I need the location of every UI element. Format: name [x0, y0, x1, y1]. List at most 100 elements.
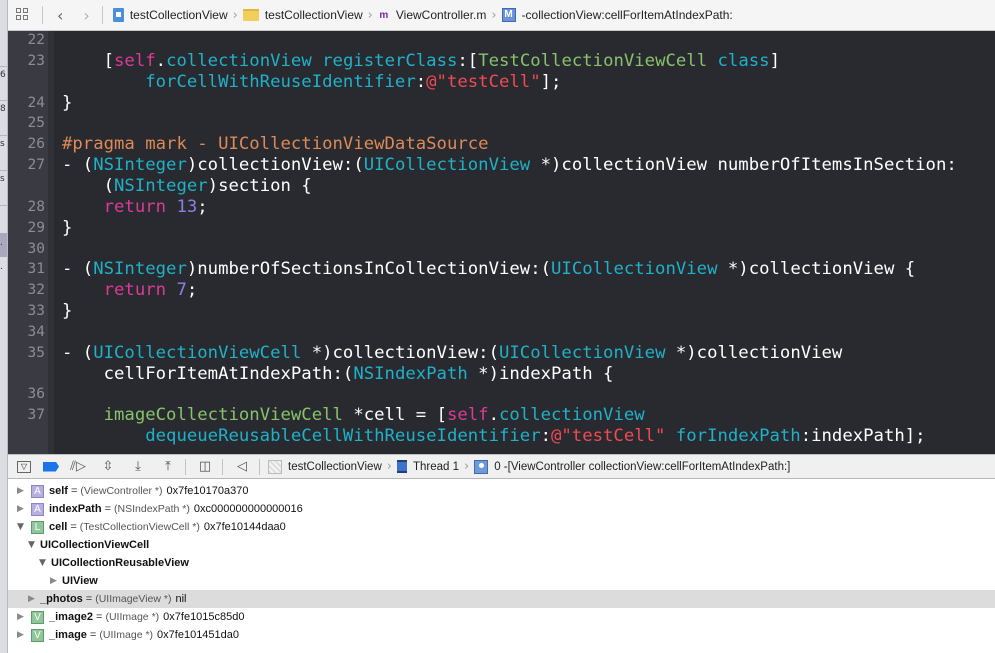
line-number[interactable]: 34 — [8, 322, 48, 343]
source-editor[interactable]: 22 23 24 25 26 27 28 29 30 31 32 33 34 35 36 37 [self.c… — [8, 31, 995, 454]
project-icon — [112, 8, 124, 22]
chevron-right-icon[interactable]: › — [83, 6, 89, 25]
code-token-kw: self — [114, 50, 156, 71]
code-token-plain: *)collectionView — [665, 342, 843, 363]
breakpoints-toggle-icon[interactable] — [43, 461, 59, 472]
variable-row[interactable]: ▶ _photos = (UIImageView *) nil — [8, 590, 995, 608]
code-token-plain: *cell = [ — [342, 405, 447, 426]
code-line[interactable]: cellForItemAtIndexPath:(NSIndexPath *)in… — [62, 363, 614, 385]
disclosure-collapsed-icon[interactable]: ▶ — [28, 594, 38, 604]
code-line[interactable]: return 13; — [62, 197, 208, 218]
code-line[interactable]: forCellWithReuseIdentifier:@"testCell"]; — [62, 72, 561, 93]
code-line[interactable]: - (NSInteger)collectionView:(UICollectio… — [62, 155, 957, 176]
code-line[interactable]: } — [62, 93, 72, 114]
variable-row[interactable]: ▼ UICollectionReusableView — [8, 554, 995, 572]
variable-value: 0x7fe10170a370 — [166, 485, 249, 497]
line-number[interactable]: 22 — [8, 31, 48, 51]
variable-row[interactable]: ▼ UICollectionViewCell — [8, 536, 995, 554]
code-token-plain: ( — [62, 175, 115, 196]
breadcrumb-label: testCollectionView — [264, 8, 363, 22]
code-folding-ribbon[interactable] — [48, 31, 54, 454]
related-items-grid-icon[interactable] — [16, 8, 30, 22]
line-number[interactable]: 30 — [8, 239, 48, 260]
line-number[interactable]: 36 — [8, 384, 48, 405]
disclosure-collapsed-icon[interactable]: ▶ — [17, 486, 27, 496]
line-number[interactable]: 23 — [8, 51, 48, 72]
line-number[interactable]: 26 — [8, 134, 48, 155]
code-token-type: UICollectionView — [363, 155, 531, 176]
variable-row[interactable]: ▶ Aself = (ViewController *) 0x7fe10170a370 — [8, 482, 995, 500]
breadcrumb-label: testCollectionView — [288, 460, 382, 473]
line-number[interactable]: 24 — [8, 93, 48, 114]
variable-row[interactable]: ▼ Lcell = (TestCollectionViewCell *) 0x7fe10… — [8, 518, 995, 536]
toolbar-divider — [222, 458, 223, 475]
variable-row[interactable]: ▶ V _image2 = (UIImage *) 0x7fe1015c85d0 — [8, 608, 995, 626]
variables-view[interactable]: ▶ Aself = (ViewController *) 0x7fe10170a370 ▶… — [8, 479, 995, 653]
variable-row[interactable]: ▶ V _image = (UIImage *) 0x7fe101451da0 — [8, 626, 995, 644]
line-number[interactable]: 32 — [8, 280, 48, 301]
variable-row[interactable]: ▶ UIView — [8, 572, 995, 590]
code-token-plain: )section { — [207, 175, 312, 196]
line-number[interactable]: 27 — [8, 155, 48, 176]
simulate-location-icon[interactable]: ◁ — [231, 457, 253, 477]
debug-breadcrumb-frame[interactable]: 0 -[ViewController collectionView:cellFo… — [474, 459, 790, 474]
view-debugger-icon[interactable]: ◫ — [194, 457, 216, 477]
line-number[interactable]: 31 — [8, 259, 48, 280]
debug-breadcrumb-app[interactable]: testCollectionView — [260, 459, 382, 474]
code-line[interactable]: - (NSInteger)numberOfSectionsInCollectio… — [62, 259, 915, 280]
breadcrumb-project[interactable]: testCollectionView — [103, 8, 228, 22]
code-line[interactable]: #pragma mark - UICollectionViewDataSourc… — [62, 134, 489, 155]
line-number-gutter[interactable]: 22 23 24 25 26 27 28 29 30 31 32 33 34 35 36 37 — [8, 31, 48, 454]
step-out-icon[interactable]: ⤒ — [157, 457, 179, 477]
disclosure-collapsed-icon[interactable]: ▶ — [50, 576, 60, 586]
local-badge-icon: L — [31, 520, 44, 534]
breadcrumb-file[interactable]: m ViewController.m — [378, 8, 486, 22]
variable-type: (TestCollectionViewCell *) — [79, 521, 200, 533]
equals-sign: = — [104, 503, 112, 515]
code-token-type: NSInteger — [93, 259, 187, 280]
line-number[interactable]: 35 — [8, 343, 48, 364]
breadcrumb-method[interactable]: M -collectionView:cellForItemAtIndexPath… — [501, 8, 733, 22]
sidebar-divider — [0, 66, 7, 67]
sidebar-item-fragment: s — [0, 139, 5, 149]
line-number[interactable]: 37 — [8, 405, 48, 426]
step-over-icon[interactable]: ⇳ — [97, 457, 119, 477]
continue-icon[interactable]: ⫽▷ — [67, 457, 89, 477]
disclosure-expanded-icon[interactable]: ▼ — [28, 540, 38, 550]
hide-debug-area-icon[interactable]: ▽ — [17, 460, 31, 473]
disclosure-collapsed-icon[interactable]: ▶ — [17, 630, 27, 640]
code-line[interactable]: - (UICollectionViewCell *)collectionView… — [62, 343, 842, 364]
disclosure-collapsed-icon[interactable]: ▶ — [17, 504, 27, 514]
disclosure-collapsed-icon[interactable]: ▶ — [17, 612, 27, 622]
disclosure-expanded-icon[interactable]: ▼ — [17, 522, 27, 532]
argument-badge-icon: A — [31, 502, 44, 516]
variable-row[interactable]: ▶ AindexPath = (NSIndexPath *) 0xc0000000000… — [8, 500, 995, 518]
sidebar-item-fragment: 8 — [0, 104, 6, 114]
line-number[interactable]: 33 — [8, 301, 48, 322]
chevron-left-icon[interactable]: ‹ — [57, 6, 63, 25]
code-line[interactable]: return 7; — [62, 280, 198, 301]
disclosure-expanded-icon[interactable]: ▼ — [39, 558, 49, 568]
code-line[interactable]: } — [62, 301, 72, 322]
code-line[interactable]: [self.collectionView registerClass:[Test… — [62, 51, 780, 72]
line-number[interactable]: 25 — [8, 113, 48, 134]
code-line[interactable]: imageCollectionViewCell *cell = [self.co… — [62, 405, 645, 426]
code-token-plain: . — [155, 50, 167, 71]
navigator-sidebar[interactable]: 6 8 s s . . — [0, 0, 8, 653]
code-token-type: NSIndexPath — [353, 363, 468, 384]
code-line[interactable]: dequeueReusableCellWithReuseIdentifier:@… — [62, 426, 925, 447]
step-into-icon[interactable]: ⤓ — [127, 457, 149, 477]
line-number[interactable]: 28 — [8, 197, 48, 218]
breadcrumb-group[interactable]: testCollectionView — [242, 8, 363, 22]
debug-breadcrumb-thread[interactable]: Thread 1 — [396, 460, 459, 473]
line-number[interactable]: 29 — [8, 218, 48, 239]
variable-type: (UIImage *) — [99, 629, 154, 641]
code-line[interactable]: } — [62, 218, 72, 239]
code-token-type: UICollectionViewCell — [93, 342, 302, 363]
code-line[interactable]: (NSInteger)section { — [62, 176, 312, 197]
code-token-plain: :[ — [457, 50, 479, 71]
